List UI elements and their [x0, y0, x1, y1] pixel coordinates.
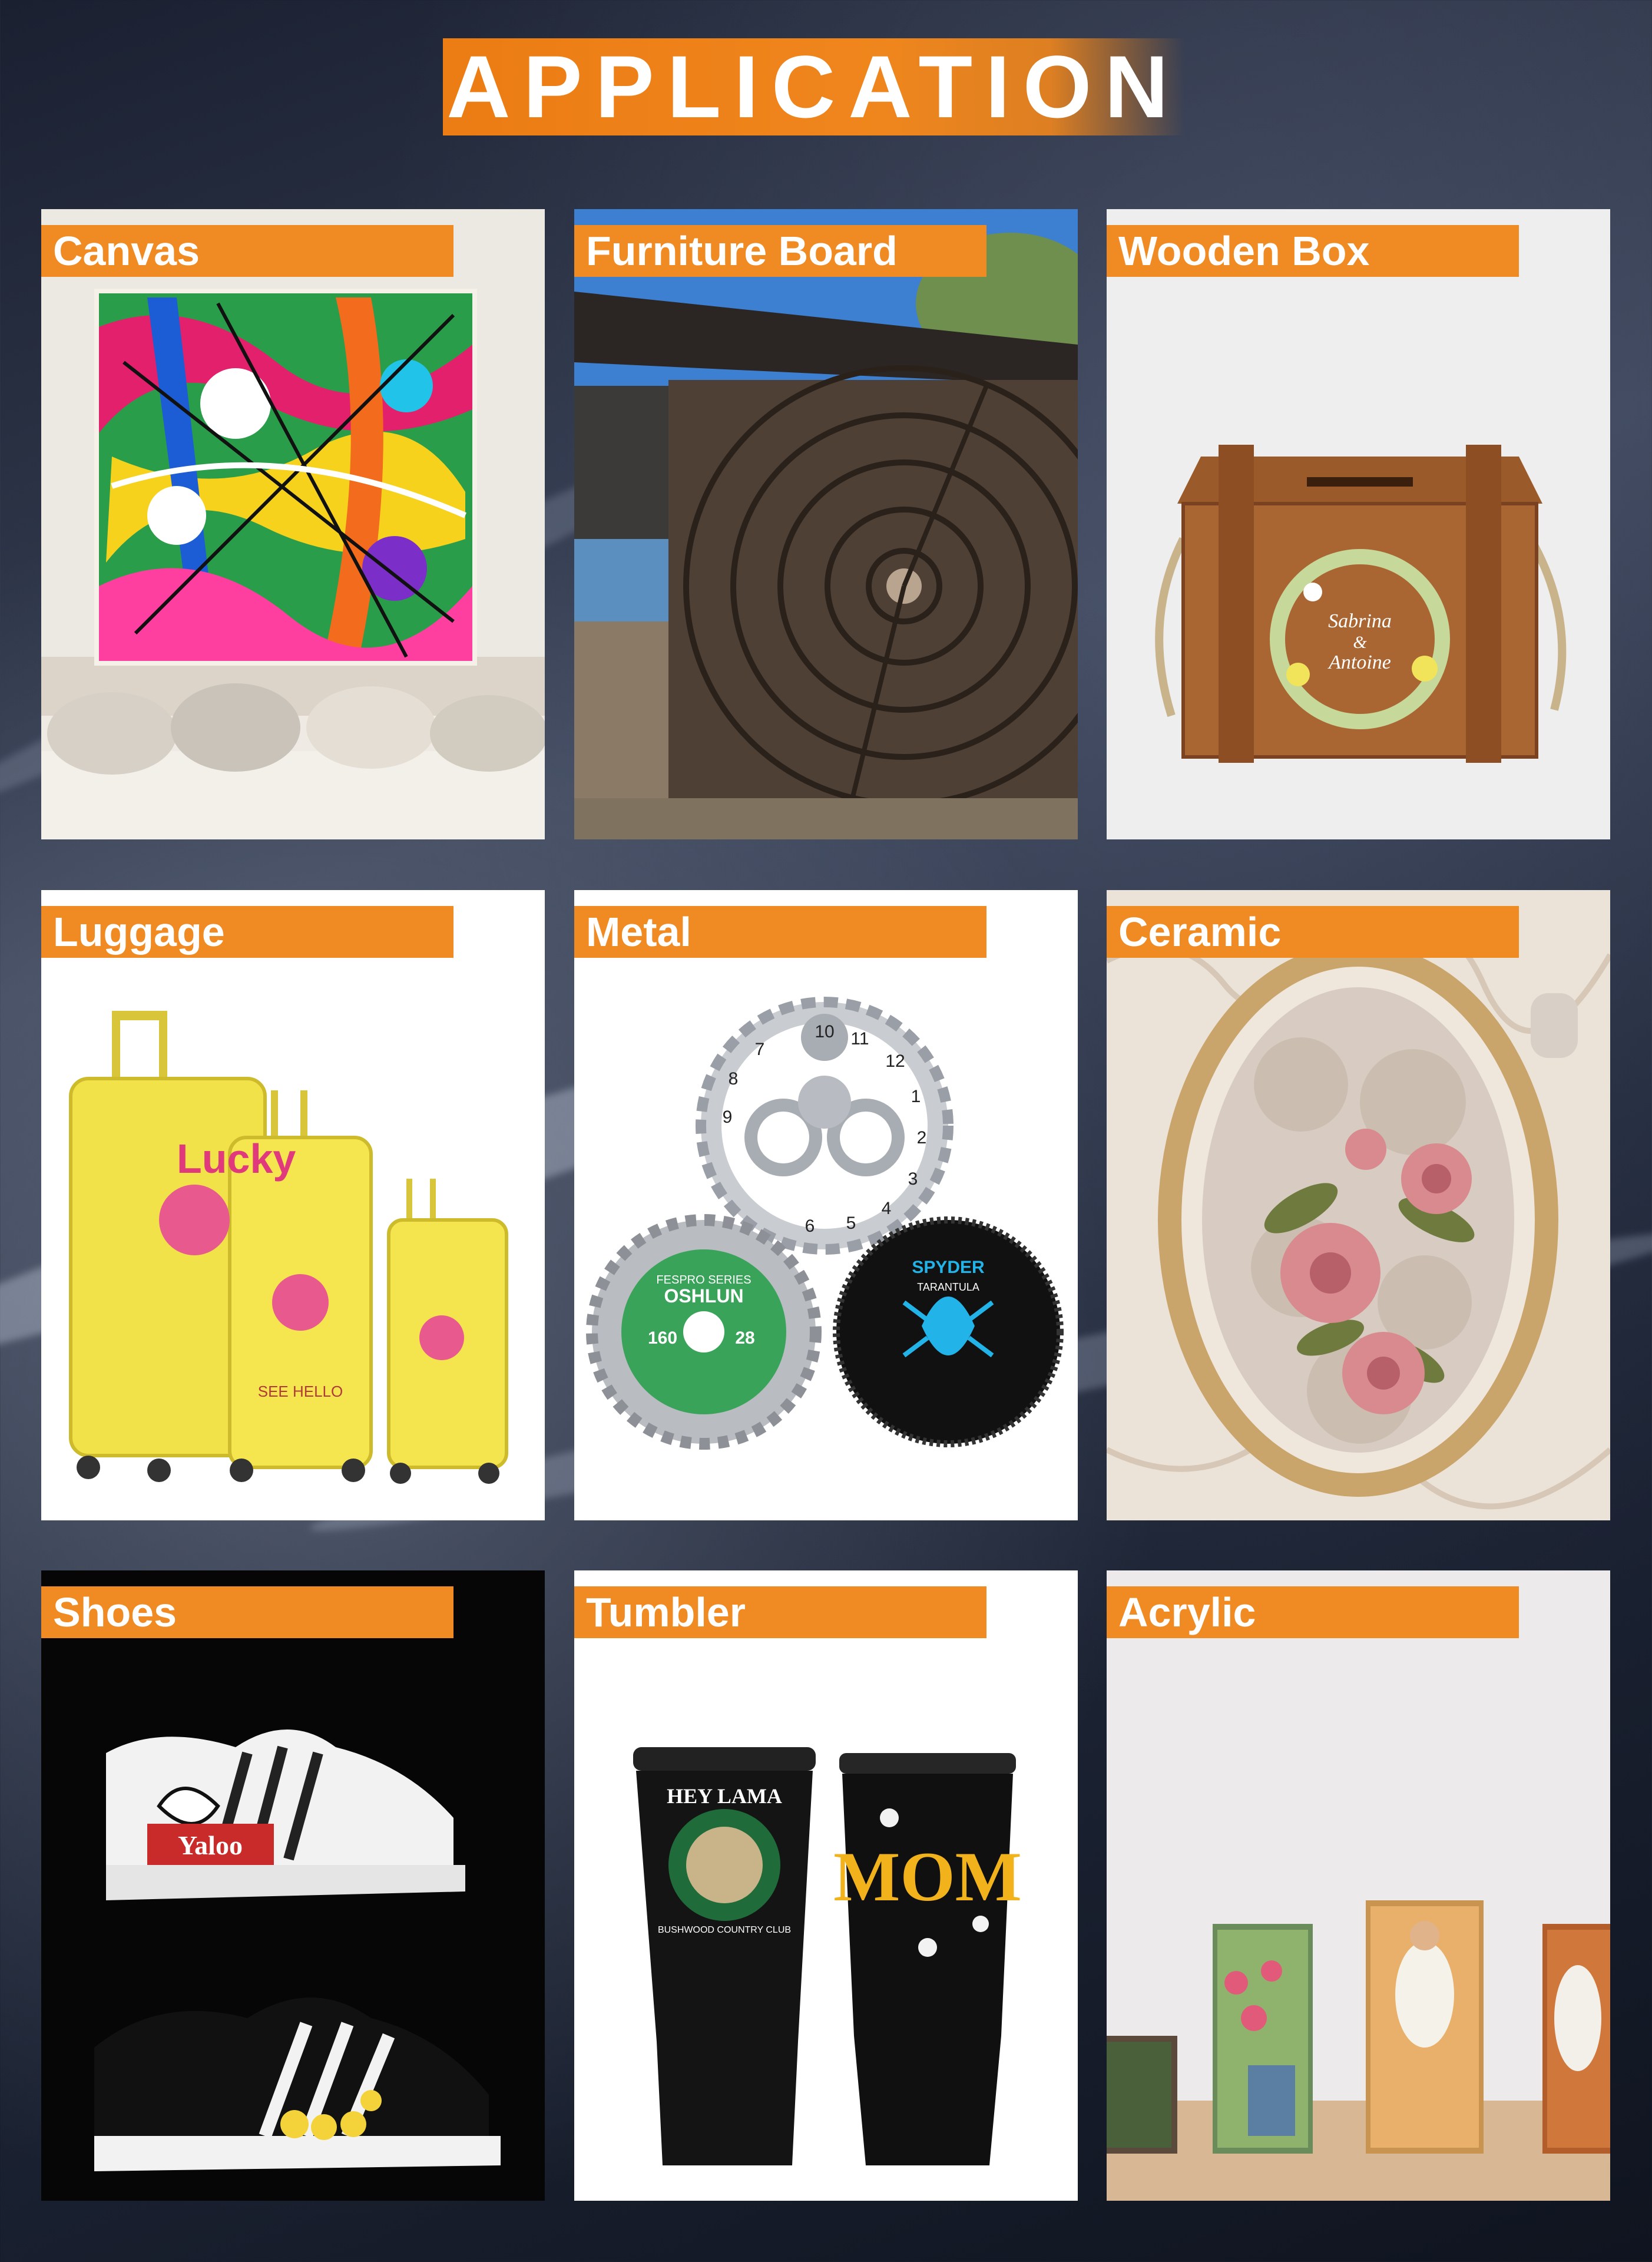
svg-text:SEE HELLO: SEE HELLO	[258, 1383, 343, 1400]
svg-text:BUSHWOOD COUNTRY CLUB: BUSHWOOD COUNTRY CLUB	[658, 1925, 791, 1935]
tile-label-metal: Metal	[574, 906, 986, 958]
wooden-box-art: Sabrina & Antoine	[1107, 209, 1610, 839]
tile-label-wooden-box: Wooden Box	[1107, 225, 1519, 277]
tile-luggage: Lucky SEE HELLO Luggage	[41, 890, 545, 1520]
svg-text:TARANTULA: TARANTULA	[917, 1281, 979, 1293]
acrylic-art	[1107, 1570, 1610, 2201]
svg-text:&: &	[1353, 633, 1367, 652]
luggage-art: Lucky SEE HELLO	[41, 890, 545, 1520]
canvas-art	[41, 209, 545, 839]
luggage-text: Lucky	[177, 1136, 296, 1182]
svg-text:12: 12	[885, 1051, 905, 1071]
svg-text:Antoine: Antoine	[1327, 652, 1391, 673]
svg-text:SPYDER: SPYDER	[912, 1258, 985, 1277]
tile-wooden-box: Sabrina & Antoine Wooden Box	[1107, 209, 1610, 839]
tile-tumbler: HEY LAMA BUSHWOOD COUNTRY CLUB MOM Tumbl…	[574, 1570, 1078, 2201]
svg-text:9: 9	[723, 1107, 733, 1127]
page-title: APPLICATION	[446, 37, 1181, 136]
svg-text:11: 11	[850, 1029, 869, 1049]
svg-text:160: 160	[648, 1328, 677, 1348]
furniture-board-art	[574, 209, 1078, 839]
svg-text:1: 1	[911, 1087, 921, 1106]
tile-label-luggage: Luggage	[41, 906, 453, 958]
blade-brand: OSHLUN	[664, 1285, 743, 1307]
svg-text:4: 4	[882, 1199, 892, 1218]
clock-number-10: 10	[815, 1022, 834, 1041]
svg-text:8: 8	[729, 1069, 739, 1089]
tile-shoes: Yaloo Shoes	[41, 1570, 545, 2201]
tile-ceramic: Ceramic	[1107, 890, 1610, 1520]
svg-text:7: 7	[755, 1040, 765, 1059]
tumbler-mom-text: MOM	[833, 1837, 1022, 1916]
tile-metal: 10 11 12 1 2 3 4 5 6 7 8 9 FESPRO SERIES…	[574, 890, 1078, 1520]
box-names-text: Sabrina	[1328, 610, 1392, 632]
tile-acrylic: Acrylic	[1107, 1570, 1610, 2201]
svg-text:28: 28	[735, 1328, 754, 1348]
tile-label-tumbler: Tumbler	[574, 1586, 986, 1638]
svg-text:3: 3	[908, 1169, 918, 1189]
tile-label-ceramic: Ceramic	[1107, 906, 1519, 958]
svg-text:FESPRO SERIES: FESPRO SERIES	[656, 1274, 751, 1287]
tumbler-text: HEY LAMA	[667, 1784, 782, 1808]
tile-furniture-board: Furniture Board	[574, 209, 1078, 839]
shoe-brand-text: Yaloo	[178, 1830, 243, 1860]
ceramic-art	[1107, 890, 1610, 1520]
tile-label-shoes: Shoes	[41, 1586, 453, 1638]
metal-art: 10 11 12 1 2 3 4 5 6 7 8 9 FESPRO SERIES…	[574, 890, 1078, 1520]
tile-label-acrylic: Acrylic	[1107, 1586, 1519, 1638]
tile-label-furniture-board: Furniture Board	[574, 225, 986, 277]
shoes-art: Yaloo	[41, 1570, 545, 2201]
tile-label-canvas: Canvas	[41, 225, 453, 277]
svg-text:5: 5	[846, 1213, 856, 1233]
tile-canvas: Canvas	[41, 209, 545, 839]
svg-text:6: 6	[805, 1216, 815, 1236]
tumbler-art: HEY LAMA BUSHWOOD COUNTRY CLUB MOM	[574, 1570, 1078, 2201]
svg-text:2: 2	[917, 1128, 927, 1147]
